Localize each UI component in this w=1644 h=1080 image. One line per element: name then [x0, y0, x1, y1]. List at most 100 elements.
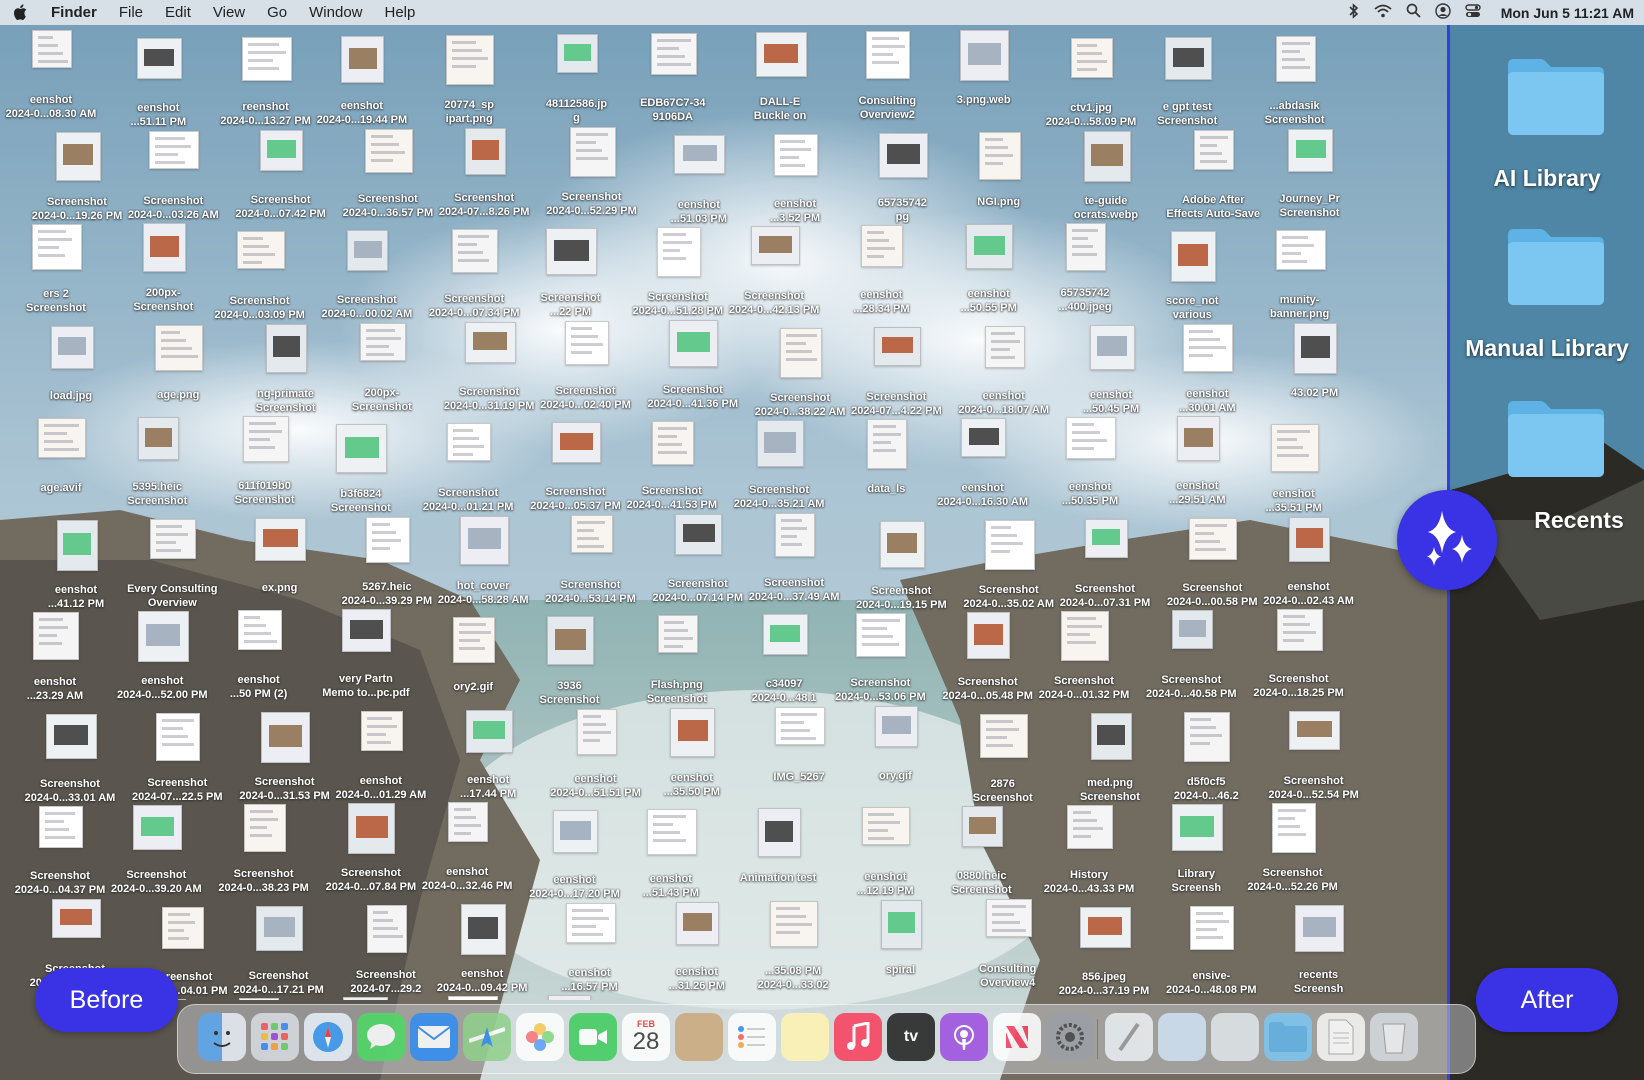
desktop-file[interactable]: Screenshot 2024-0...07.31 PM [1055, 518, 1155, 619]
desktop-file[interactable]: recents Screensh [1269, 904, 1369, 1001]
desktop-file[interactable]: Screenshot 2024-0...35.02 AM [959, 519, 1059, 620]
tv-icon[interactable]: tv [887, 1013, 935, 1061]
search-icon[interactable] [1406, 3, 1421, 22]
desktop-file[interactable]: reenshot 2024-0...13.27 PM [216, 37, 316, 137]
menu-help[interactable]: Help [374, 4, 427, 21]
desktop-file[interactable]: Screenshot 2024-0...41.53 PM [622, 421, 722, 521]
desktop-file[interactable]: Screenshot 2024-0...36.57 PM [338, 128, 438, 229]
messages-icon[interactable] [357, 1013, 405, 1061]
desktop-file[interactable]: eenshot 2024-0...09.42 PM [432, 903, 532, 1001]
desktop-file[interactable]: load.jpg [21, 325, 121, 426]
desktop-file[interactable]: 5267.heic 2024-0...39.29 PM [337, 516, 437, 617]
desktop-file[interactable]: eenshot ...16.57 PM [540, 902, 640, 1001]
desktop-file[interactable]: 65735742 ...400.jpeg [1035, 223, 1135, 323]
desktop-file[interactable]: eenshot 2024-0...51.51 PM [546, 708, 646, 809]
desktop-file[interactable]: Screenshot 2024-0...51.28 PM [628, 227, 728, 327]
desktop-file[interactable]: Screenshot 2024-0...52.54 PM [1264, 710, 1364, 811]
user-icon[interactable] [1435, 2, 1451, 23]
trash-icon[interactable] [1370, 1013, 1418, 1061]
desktop-file[interactable]: hot_cover 2024-0...58.28 AM [433, 515, 533, 616]
desktop-file[interactable]: Library Screensh [1146, 804, 1246, 904]
desktop-file[interactable]: Consulting Overview2 [837, 31, 937, 131]
desktop-file[interactable]: Screenshot 2024-07...29.2 [336, 904, 436, 1001]
desktop-file[interactable]: Screenshot 2024-0...19.26 PM [27, 131, 127, 232]
maps-icon[interactable] [463, 1013, 511, 1061]
desktop-file[interactable]: Screenshot2024-0...58.10 AM [208, 998, 308, 1000]
desktop-file[interactable]: eenshot 2024-0...52.00 PM [112, 611, 212, 711]
desktop-file[interactable]: Screenshot 2024-0...52.26 PM [1243, 803, 1343, 903]
bluetooth-icon[interactable] [1348, 2, 1360, 23]
desktop-file[interactable]: Animation test [728, 808, 828, 908]
preview-icon[interactable] [1158, 1013, 1206, 1061]
desktop-file[interactable]: Screenshot 2024-0...00.02 AM [317, 230, 417, 330]
desktop-file[interactable]: Screenshot ...22 PM [521, 228, 621, 328]
menu-go[interactable]: Go [256, 4, 298, 21]
desktop-file[interactable]: eenshot 2024-0...02.43 AM [1259, 516, 1359, 617]
desktop-file[interactable]: ...35.08 PM 2024-0...33.02 [743, 900, 843, 1001]
desktop-file[interactable]: te-guide ocrats.webp [1056, 130, 1156, 231]
control-center-icon[interactable] [1465, 3, 1481, 22]
desktop-file[interactable]: ory2.gif [423, 617, 523, 717]
desktop-file[interactable]: Screenshot 2024-0...31.53 PM [235, 711, 335, 812]
desktop-file[interactable]: Screenshot 2024-0...40.58 PM [1141, 610, 1241, 710]
desktop-file[interactable]: eenshot ...51.03 PM [649, 134, 749, 235]
calendar-icon[interactable]: FEB 28 [622, 1013, 670, 1061]
menu-finder[interactable]: Finder [40, 4, 108, 21]
desktop-file[interactable]: eenshot 2024-0...08.30 AM [1, 30, 101, 130]
desktop-file[interactable]: eenshot ...31.26 PM [647, 901, 747, 1001]
desktop-file[interactable]: eenshot ...12.19 PM [835, 807, 935, 907]
desktop-file[interactable]: Screenshot 2024-0...05.37 PM [526, 422, 626, 522]
desktop-file[interactable]: 200px- Screenshot [113, 223, 213, 323]
menu-view[interactable]: View [202, 4, 256, 21]
desktop-file[interactable]: eenshot ...23.29 AM [5, 612, 105, 712]
desktop-file[interactable]: Screenshot 2024-0...00.58 PM [1162, 517, 1262, 618]
desktop-file[interactable]: Screenshot 2024-0...02.40 PM [536, 320, 636, 421]
menu-clock[interactable]: Mon Jun 5 11:21 AM [1501, 5, 1634, 21]
desktop-file[interactable]: eenshot 2024-0...01.29 AM [331, 710, 431, 811]
desktop-file[interactable]: eenshot ...51.11 PM [108, 38, 208, 138]
desktop-file[interactable]: Screenshot 2024-0...01.21 PM [418, 423, 518, 523]
desktop-file[interactable]: Screenshot 2024-0...01.32 PM [1034, 611, 1134, 711]
desktop-file[interactable]: Screenshot 2024-0...52.29 PM [542, 126, 642, 227]
desktop-file[interactable]: eenshot ...50.55 PM [939, 224, 1039, 324]
menu-file[interactable]: File [108, 4, 154, 21]
desktop-file[interactable]: med.png Screenshot [1060, 712, 1160, 813]
desktop-file[interactable]: eenshot 2024-0...32.46 PM [417, 802, 517, 902]
desktop-file[interactable]: IMG_5267 [749, 706, 849, 807]
facetime-icon[interactable] [569, 1013, 617, 1061]
desktop-file[interactable]: Screenshot 2024-0...03.09 PM [210, 231, 310, 331]
desktop-file[interactable]: Screenshot 2024-0...19.15 PM [851, 520, 951, 621]
desktop-file[interactable]: DALL-E Buckle on [730, 32, 830, 132]
desktop-file[interactable]: munity-banner.png [1250, 230, 1350, 330]
notes-icon[interactable] [781, 1013, 829, 1061]
desktop-file[interactable]: Screenshot 2024-0...42.13 PM [724, 226, 824, 326]
after-button[interactable]: After [1476, 968, 1618, 1032]
desktop-file[interactable]: Screenshot 2024-0...38.23 PM [214, 804, 314, 904]
desktop-file[interactable]: Screenshot 2024-0...05.48 PM [938, 612, 1038, 712]
desktop-file[interactable]: Screenshot 2024-0...04.37 PM [10, 806, 110, 906]
desktop-file[interactable]: Screenshot2024-0...46.31 PM [315, 997, 415, 1000]
desktop-file[interactable]: Screenshot 2024-0...38.22 AM [750, 327, 850, 428]
desktop-file[interactable]: ng-primate Screenshot [236, 323, 336, 424]
desktop-file[interactable]: 0880.heic Screenshot [932, 806, 1032, 906]
app-icon[interactable] [1211, 1013, 1259, 1061]
desktop-file[interactable]: Consulting Overview4 [958, 898, 1058, 999]
desktop-file[interactable]: b3f6824 Screenshot [311, 424, 411, 524]
desktop-file[interactable]: NGI.png [949, 131, 1049, 232]
desktop-file[interactable]: eenshot 2024-0...16.30 AM [933, 418, 1033, 518]
desktop-file[interactable]: Screenshot 2024-07...22.5 PM [127, 712, 227, 813]
desktop-file[interactable]: Screenshot 2024-0...18.25 PM [1249, 609, 1349, 709]
desktop-file[interactable]: EDB67C7-34 9106DA [623, 33, 723, 133]
desktop-file[interactable]: 3.png.web [934, 30, 1034, 130]
desktop-file[interactable]: eenshot ...50 PM (2) [209, 610, 309, 710]
desktop-file[interactable]: eenshot ...30.01 AM [1157, 323, 1257, 424]
desktop-file[interactable]: ers 2 Screenshot [6, 224, 106, 324]
finder-icon[interactable] [198, 1013, 246, 1061]
menu-edit[interactable]: Edit [154, 4, 202, 21]
desktop-file[interactable]: e gpt test Screenshot [1137, 37, 1237, 137]
desktop-file[interactable]: Screenshot 2024-0...41.36 PM [643, 319, 743, 420]
contacts-icon[interactable] [675, 1013, 723, 1061]
desktop-file[interactable]: 48112586.jp g [527, 34, 627, 134]
desktop-file[interactable]: eenshot 2024-0...17.20 PM [525, 810, 625, 910]
desktop-file[interactable]: c34097 2024-0...48.1 [734, 614, 834, 714]
